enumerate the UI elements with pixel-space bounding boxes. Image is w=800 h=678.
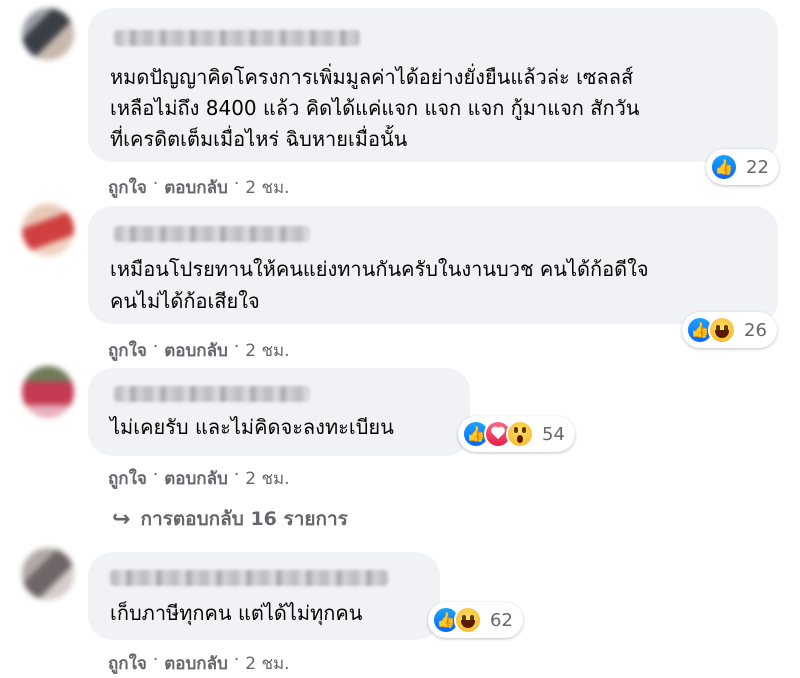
comment-bubble: หมดปัญญาคิดโครงการเพิ่มมูลค่าได้อย่างยั่… <box>88 8 778 162</box>
like-link[interactable]: ถูกใจ <box>108 337 147 364</box>
view-replies-link[interactable]: ↪ การตอบกลับ 16 รายการ <box>112 504 348 534</box>
reply-link[interactable]: ตอบกลับ <box>164 337 228 364</box>
comment-actions: ถูกใจ · ตอบกลับ · 2 ชม. <box>108 174 290 201</box>
comment-text-line: คนไม่ได้ก้อเสียใจ <box>110 289 260 313</box>
like-icon: 👍 <box>710 153 738 181</box>
view-replies-label: การตอบกลับ 16 รายการ <box>140 508 348 530</box>
author-name-blurred[interactable] <box>110 570 388 586</box>
author-name-blurred[interactable] <box>114 226 310 242</box>
reaction-count: 54 <box>542 423 565 445</box>
comment-text-line: เก็บภาษีทุกคน แต่ได้ไม่ทุกคน <box>110 601 363 625</box>
reaction-summary[interactable]: 👍 26 <box>682 312 777 348</box>
reaction-summary[interactable]: 👍 22 <box>706 149 779 185</box>
comment-text-line: ที่เครดิตเต็มเมื่อไหร่ ฉิบหายเมื่อนั้น <box>110 127 408 151</box>
comment-bubble: เก็บภาษีทุกคน แต่ได้ไม่ทุกคน <box>88 552 440 640</box>
reply-link[interactable]: ตอบกลับ <box>164 650 228 677</box>
like-link[interactable]: ถูกใจ <box>108 465 147 492</box>
haha-icon <box>708 316 736 344</box>
comment-actions: ถูกใจ · ตอบกลับ · 2 ชม. <box>108 465 290 492</box>
reaction-count: 62 <box>490 609 513 631</box>
timestamp[interactable]: 2 ชม. <box>245 174 289 201</box>
comment-bubble: เหมือนโปรยทานให้คนแย่งทานกันครับในงานบวช… <box>88 206 778 324</box>
comment-bubble: ไม่เคยรับ และไม่คิดจะลงทะเบียน <box>88 368 470 456</box>
like-link[interactable]: ถูกใจ <box>108 650 147 677</box>
comment-text-line: หมดปัญญาคิดโครงการเพิ่มมูลค่าได้อย่างยั่… <box>110 65 634 89</box>
comment-text-line: เหลือไม่ถึง 8400 แล้ว คิดได้แค่แจก แจก แ… <box>110 96 640 120</box>
reaction-summary[interactable]: 👍 62 <box>428 602 523 638</box>
reaction-count: 26 <box>744 319 767 341</box>
avatar[interactable] <box>22 366 74 418</box>
reaction-count: 22 <box>746 156 769 178</box>
timestamp[interactable]: 2 ชม. <box>245 650 289 677</box>
reply-link[interactable]: ตอบกลับ <box>164 174 228 201</box>
comment-text-line: ไม่เคยรับ และไม่คิดจะลงทะเบียน <box>110 415 394 439</box>
comment-actions: ถูกใจ · ตอบกลับ · 2 ชม. <box>108 337 290 364</box>
avatar[interactable] <box>22 8 74 60</box>
author-name-blurred[interactable] <box>114 386 310 402</box>
avatar[interactable] <box>22 548 74 600</box>
like-link[interactable]: ถูกใจ <box>108 174 147 201</box>
avatar[interactable] <box>22 204 74 256</box>
timestamp[interactable]: 2 ชม. <box>245 337 289 364</box>
author-name-blurred[interactable] <box>114 30 360 46</box>
reply-link[interactable]: ตอบกลับ <box>164 465 228 492</box>
reaction-summary[interactable]: 👍 54 <box>458 416 575 452</box>
haha-icon <box>454 606 482 634</box>
timestamp[interactable]: 2 ชม. <box>245 465 289 492</box>
comment-text-line: เหมือนโปรยทานให้คนแย่งทานกันครับในงานบวช… <box>110 257 649 281</box>
reply-arrow-icon: ↪ <box>112 506 131 532</box>
comment-actions: ถูกใจ · ตอบกลับ · 2 ชม. <box>108 650 290 677</box>
wow-icon <box>506 420 534 448</box>
